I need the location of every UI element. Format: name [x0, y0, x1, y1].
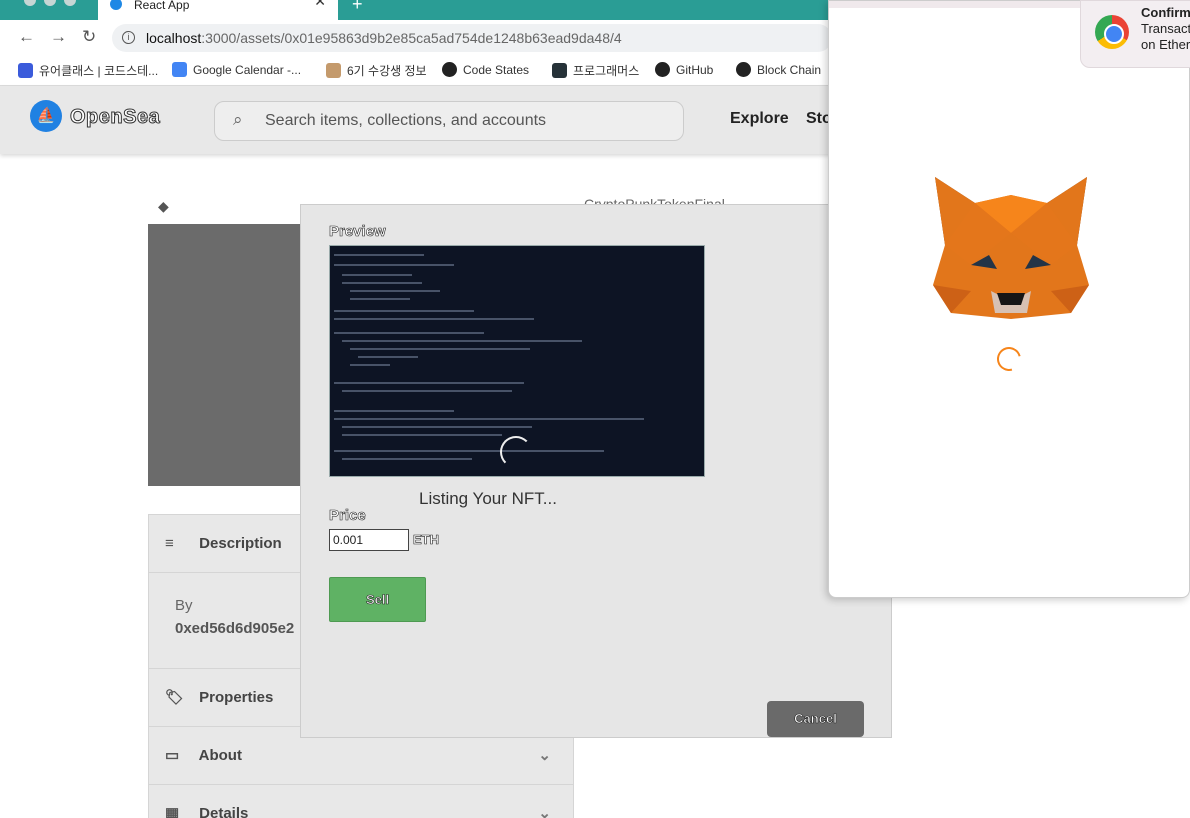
grid-icon: ▦	[165, 805, 180, 818]
back-arrow-icon[interactable]: ←	[18, 27, 35, 47]
calendar-icon	[172, 62, 187, 77]
list-icon: ≡	[165, 535, 174, 552]
price-unit: ETH	[413, 532, 440, 548]
section-title: Details	[199, 805, 249, 818]
chrome-icon	[1095, 15, 1129, 49]
bookmark-label: 프로그래머스	[573, 64, 640, 78]
bookmark-label: 유어클래스 | 코드스테...	[39, 64, 159, 78]
metamask-fox-icon	[933, 177, 1089, 319]
metamask-popup	[828, 0, 1190, 598]
globe-icon	[736, 62, 751, 77]
forward-arrow-icon[interactable]: →	[50, 27, 67, 47]
chevron-down-icon: ⌄	[538, 805, 551, 818]
chrome-notification[interactable]: Confirm Transact on Ether	[1080, 0, 1190, 68]
new-tab-button[interactable]: +	[352, 0, 363, 15]
section-title: Description	[199, 535, 282, 552]
reload-icon[interactable]: ↻	[82, 27, 96, 47]
folder-doc-icon	[326, 63, 341, 78]
metamask-loading-spinner-icon	[992, 342, 1026, 376]
preview-heading: Preview	[329, 223, 386, 241]
opensea-logo-icon[interactable]: ⛵	[30, 100, 62, 132]
url-host: localhost	[146, 30, 202, 46]
yourclass-icon	[18, 63, 33, 78]
tab-close-icon[interactable]: ✕	[314, 0, 326, 8]
minimize-window-button[interactable]	[44, 0, 56, 6]
nav-explore[interactable]: Explore	[730, 110, 789, 128]
listing-status: Listing Your NFT...	[419, 489, 557, 508]
notification-line: Transact	[1141, 21, 1190, 36]
notification-title: Confirm	[1141, 5, 1190, 20]
sell-modal: Preview Listing Your NFT... Price 0.001 …	[300, 204, 892, 738]
programmers-icon	[552, 63, 567, 78]
bookmark-label: Block Chain	[757, 62, 822, 77]
address-bar[interactable]: i localhost:3000/assets/0x01e95863d9b2e8…	[112, 24, 832, 52]
zoom-window-button[interactable]	[64, 0, 76, 6]
cancel-button[interactable]: Cancel	[767, 701, 864, 737]
ethereum-icon: ◆	[158, 198, 169, 214]
loading-spinner-icon	[500, 436, 532, 468]
section-title: Properties	[199, 689, 274, 706]
bookmark-label: GitHub	[676, 62, 714, 77]
about-icon: ▭	[165, 747, 180, 764]
bookmark-code-states[interactable]: Code States	[442, 62, 529, 77]
tab-title: React App	[134, 0, 190, 12]
bookmark-label: 6기 수강생 정보	[347, 64, 427, 78]
url-path: :3000/assets/0x01e95863d9b2e85ca5ad754de…	[201, 30, 622, 46]
site-info-icon[interactable]: i	[122, 31, 135, 44]
bookmark-yourclass[interactable]: 유어클래스 | 코드스테...	[18, 62, 158, 79]
bookmark-student-info[interactable]: 6기 수강생 정보	[326, 62, 427, 79]
price-heading: Price	[329, 507, 366, 525]
react-favicon-icon	[110, 0, 122, 10]
close-window-button[interactable]	[24, 0, 36, 6]
bookmark-github[interactable]: GitHub	[655, 62, 713, 77]
bookmark-label: Code States	[463, 62, 530, 77]
bookmark-block-chain[interactable]: Block Chain	[736, 62, 821, 77]
nft-preview-image	[329, 245, 705, 477]
tab-react-app[interactable]: React App ✕	[98, 0, 338, 20]
price-input[interactable]: 0.001	[329, 529, 409, 551]
details-section[interactable]: ▦ Details ⌄	[149, 785, 573, 818]
bookmark-google-calendar[interactable]: Google Calendar -...	[172, 62, 301, 77]
nft-thumbnail	[148, 224, 308, 486]
browser-window: React App ✕ + ← → ↻ i localhost:3000/ass…	[0, 0, 1190, 818]
bookmark-label: Google Calendar -...	[193, 62, 302, 77]
search-input[interactable]: ⌕ Search items, collections, and account…	[214, 101, 684, 141]
github-icon	[655, 62, 670, 77]
logo-text[interactable]: OpenSea	[69, 106, 160, 129]
tag-icon: 🏷	[165, 689, 185, 706]
github-icon	[442, 62, 457, 77]
section-title: About	[198, 747, 242, 764]
sell-button[interactable]: Sell	[329, 577, 426, 622]
search-placeholder: Search items, collections, and accounts	[265, 112, 547, 129]
bookmark-programmers[interactable]: 프로그래머스	[552, 62, 639, 79]
notification-line: on Ether	[1141, 37, 1190, 52]
search-icon: ⌕	[233, 110, 243, 129]
